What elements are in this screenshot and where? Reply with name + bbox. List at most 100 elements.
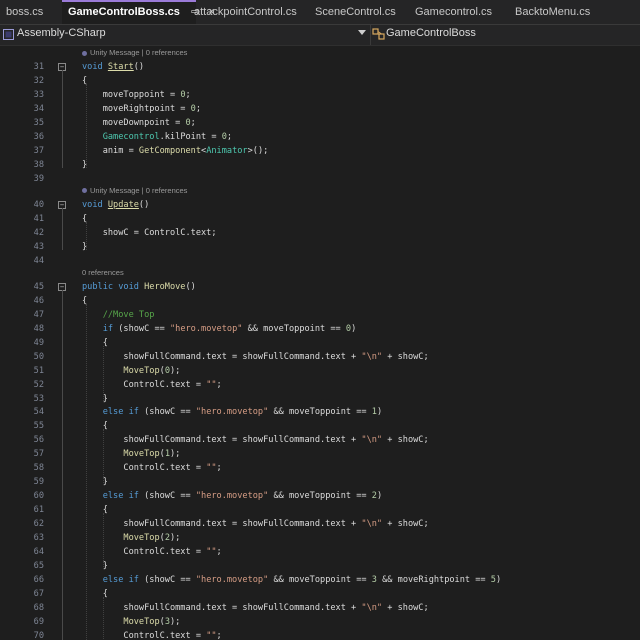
code-line[interactable]: 35 moveDownpoint = 0; xyxy=(0,116,640,130)
code-line[interactable]: 41{ xyxy=(0,212,640,226)
code-token: showC = ControlC.text; xyxy=(82,227,217,238)
code-line[interactable]: 69 MoveTop(3); xyxy=(0,615,640,629)
code-editor[interactable]: Unity Message | 0 references 31− void Star… xyxy=(0,46,640,640)
navigation-bar: Assembly-CSharp GameControlBoss xyxy=(0,25,640,46)
line-number: 50 xyxy=(33,351,44,362)
code-token: ; xyxy=(185,90,191,101)
tab-label: boss.cs xyxy=(6,6,44,18)
code-line[interactable]: 53 } xyxy=(0,392,640,406)
code-text: moveRightpoint = 0; xyxy=(82,102,201,116)
code-token: moveRightpoint = xyxy=(82,104,191,115)
code-text: showFullCommand.text = showFullCommand.t… xyxy=(82,433,428,447)
line-number: 49 xyxy=(33,337,44,348)
line-number: 32 xyxy=(33,76,44,87)
code-line[interactable]: 54 else if (showC == "hero.movetop" && m… xyxy=(0,405,640,419)
code-token: moveToppoint = xyxy=(82,90,181,101)
code-line[interactable]: 50 showFullCommand.text = showFullComman… xyxy=(0,350,640,364)
code-token: ; xyxy=(216,546,222,557)
code-token: "" xyxy=(206,379,217,390)
codelens-references[interactable]: 0 references xyxy=(82,267,124,279)
code-line[interactable]: 47 //Move Top xyxy=(0,308,640,322)
code-line[interactable]: 42 showC = ControlC.text; xyxy=(0,226,640,240)
code-line[interactable]: 60 else if (showC == "hero.movetop" && m… xyxy=(0,489,640,503)
code-line[interactable]: 39 xyxy=(0,172,640,186)
code-line[interactable]: 45− public void HeroMove() xyxy=(0,280,640,294)
code-line[interactable]: 70 ControlC.text = ""; xyxy=(0,629,640,640)
type-dropdown[interactable]: GameControlBoss xyxy=(371,25,640,45)
code-line[interactable]: 37 anim = GetComponent<Animator>(); xyxy=(0,144,640,158)
code-line[interactable]: 66 else if (showC == "hero.movetop" && m… xyxy=(0,573,640,587)
line-number: 67 xyxy=(33,588,44,599)
code-token: () xyxy=(185,281,196,292)
codelens-references[interactable]: Unity Message | 0 references xyxy=(82,47,187,59)
type-name: GameControlBoss xyxy=(386,27,476,39)
line-number: 55 xyxy=(33,421,44,432)
code-line[interactable]: 62 showFullCommand.text = showFullComman… xyxy=(0,517,640,531)
tab-attackpointcontrol[interactable]: attackpointControl.cs xyxy=(194,0,297,24)
code-line[interactable]: 55 { xyxy=(0,419,640,433)
code-line[interactable]: 63 MoveTop(2); xyxy=(0,531,640,545)
line-number: 33 xyxy=(33,90,44,101)
code-token: anim = xyxy=(82,145,139,156)
tab-boss[interactable]: boss.cs xyxy=(6,0,43,24)
code-text: MoveTop(0); xyxy=(82,364,180,378)
code-line[interactable]: 64 ControlC.text = ""; xyxy=(0,545,640,559)
code-token: showFullCommand.text = showFullCommand.t… xyxy=(82,602,362,613)
code-line[interactable]: 59 } xyxy=(0,475,640,489)
line-number: 63 xyxy=(33,533,44,543)
code-line[interactable]: 68 showFullCommand.text = showFullComman… xyxy=(0,601,640,615)
tab-gamecontrol[interactable]: Gamecontrol.cs xyxy=(415,0,492,24)
tab-gamecontrolboss[interactable]: GameControlBoss.cs ⇨ × xyxy=(62,0,215,24)
code-token: ; xyxy=(216,630,222,640)
code-text: void Start() xyxy=(82,60,144,74)
code-line[interactable]: 57 MoveTop(1); xyxy=(0,447,640,461)
code-token: () xyxy=(138,199,150,210)
code-token: MoveTop xyxy=(123,449,160,460)
tab-backtomenu[interactable]: BacktoMenu.cs xyxy=(515,0,590,24)
code-token: () xyxy=(133,62,145,73)
line-number: 38 xyxy=(33,159,44,170)
code-line[interactable]: 32{ xyxy=(0,74,640,88)
code-line[interactable]: 40− void Update() xyxy=(0,198,640,212)
code-line[interactable]: 46{ xyxy=(0,294,640,308)
codelens-references[interactable]: Unity Message | 0 references xyxy=(82,185,187,197)
code-line[interactable]: 49 { xyxy=(0,336,640,350)
project-dropdown[interactable]: Assembly-CSharp xyxy=(0,25,371,45)
code-token: "\n" xyxy=(361,351,383,362)
code-line[interactable]: 31− void Start() xyxy=(0,60,640,74)
code-line[interactable]: 43} xyxy=(0,240,640,254)
line-number: 44 xyxy=(33,255,44,266)
code-line[interactable]: 36 Gamecontrol.kilPoint = 0; xyxy=(0,130,640,144)
tab-label: Gamecontrol.cs xyxy=(415,6,493,18)
code-line[interactable]: 38} xyxy=(0,158,640,172)
code-token: HeroMove xyxy=(144,281,186,292)
code-line[interactable]: 52 ControlC.text = ""; xyxy=(0,378,640,392)
code-text: void Update() xyxy=(82,198,149,212)
code-line[interactable]: 34 moveRightpoint = 0; xyxy=(0,102,640,116)
indent-guide xyxy=(103,345,104,402)
line-number: 53 xyxy=(33,393,44,404)
code-line[interactable]: 44 xyxy=(0,254,640,268)
line-number: 65 xyxy=(33,560,44,571)
line-number: 62 xyxy=(33,519,44,530)
line-number: 46 xyxy=(33,295,44,306)
code-line[interactable]: 67 { xyxy=(0,587,640,601)
codelens-text: 0 references xyxy=(82,267,124,277)
line-number: 68 xyxy=(33,602,44,613)
codelens-text: Unity Message | 0 references xyxy=(90,48,188,57)
code-text: showFullCommand.text = showFullCommand.t… xyxy=(82,350,428,364)
code-line[interactable]: 58 ControlC.text = ""; xyxy=(0,461,640,475)
code-token: "\n" xyxy=(361,602,383,613)
code-text: moveToppoint = 0; xyxy=(82,88,191,102)
code-line[interactable]: 65 } xyxy=(0,559,640,573)
code-token: ); xyxy=(170,449,181,460)
code-token: ); xyxy=(170,533,181,543)
csharp-project-icon xyxy=(3,29,14,40)
code-line[interactable]: 33 moveToppoint = 0; xyxy=(0,88,640,102)
unity-message-icon xyxy=(82,50,87,56)
code-line[interactable]: 51 MoveTop(0); xyxy=(0,364,640,378)
code-line[interactable]: 56 showFullCommand.text = showFullComman… xyxy=(0,433,640,447)
code-line[interactable]: 61 { xyxy=(0,503,640,517)
tab-scenecontrol[interactable]: SceneControl.cs xyxy=(315,0,396,24)
code-line[interactable]: 48 if (showC == "hero.movetop" && moveTo… xyxy=(0,322,640,336)
